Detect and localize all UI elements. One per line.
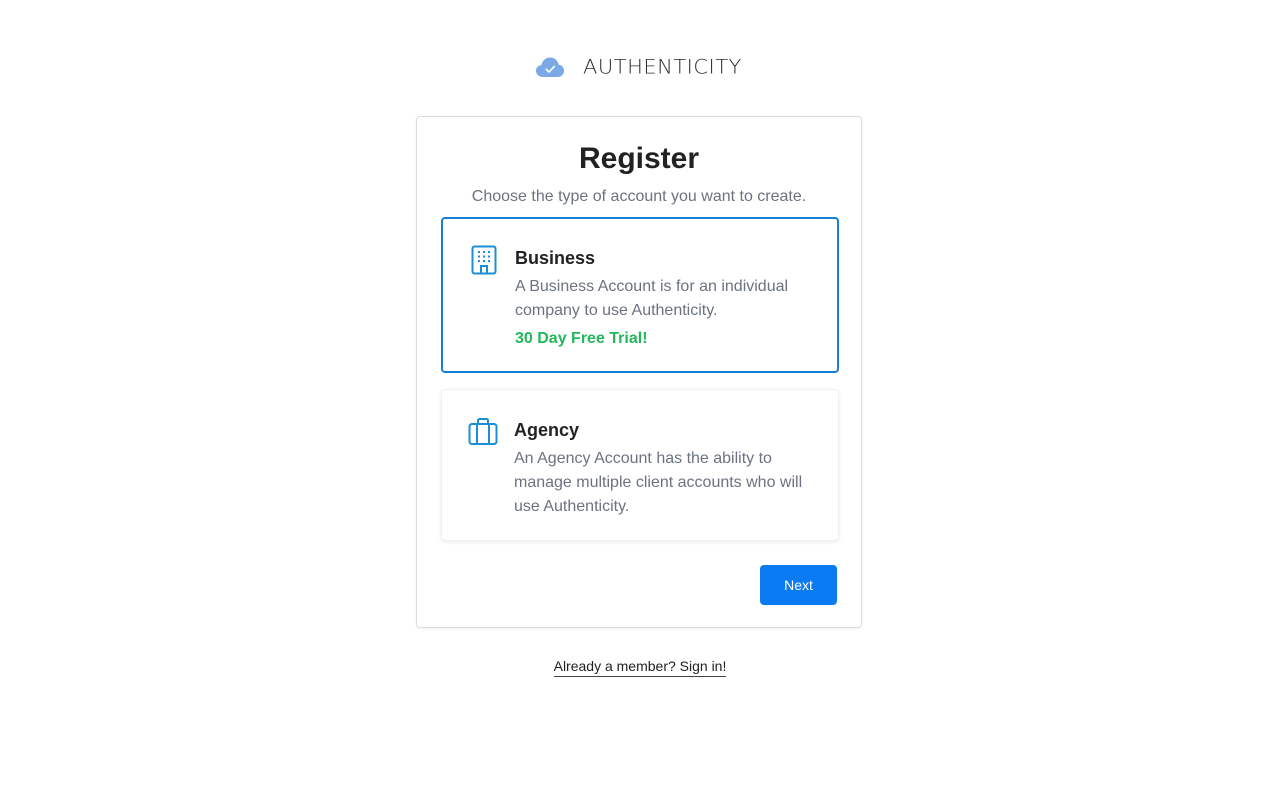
brand-wordmark: AUTHENTICITY <box>583 55 742 78</box>
cloud-check-icon <box>536 57 564 77</box>
building-icon <box>471 245 497 275</box>
account-option-business[interactable]: Business A Business Account is for an in… <box>441 217 839 373</box>
signin-link[interactable]: Already a member? Sign in! <box>553 658 727 677</box>
page-subtitle: Choose the type of account you want to c… <box>471 188 807 205</box>
signin-row: Already a member? Sign in! <box>0 658 1280 677</box>
option-description: A Business Account is for an individual … <box>515 278 789 319</box>
trial-badge: 30 Day Free Trial! <box>515 330 648 347</box>
page-title: Register <box>578 142 700 175</box>
next-button[interactable]: Next <box>760 565 837 605</box>
option-title: Agency <box>514 420 580 440</box>
option-title: Business <box>515 248 596 268</box>
register-card: Register Choose the type of account you … <box>416 116 862 628</box>
briefcase-icon <box>468 418 498 445</box>
account-option-agency[interactable]: Agency An Agency Account has the ability… <box>441 389 839 541</box>
option-description: An Agency Account has the ability to man… <box>514 450 803 515</box>
brand-logo: AUTHENTICITY <box>535 52 747 82</box>
